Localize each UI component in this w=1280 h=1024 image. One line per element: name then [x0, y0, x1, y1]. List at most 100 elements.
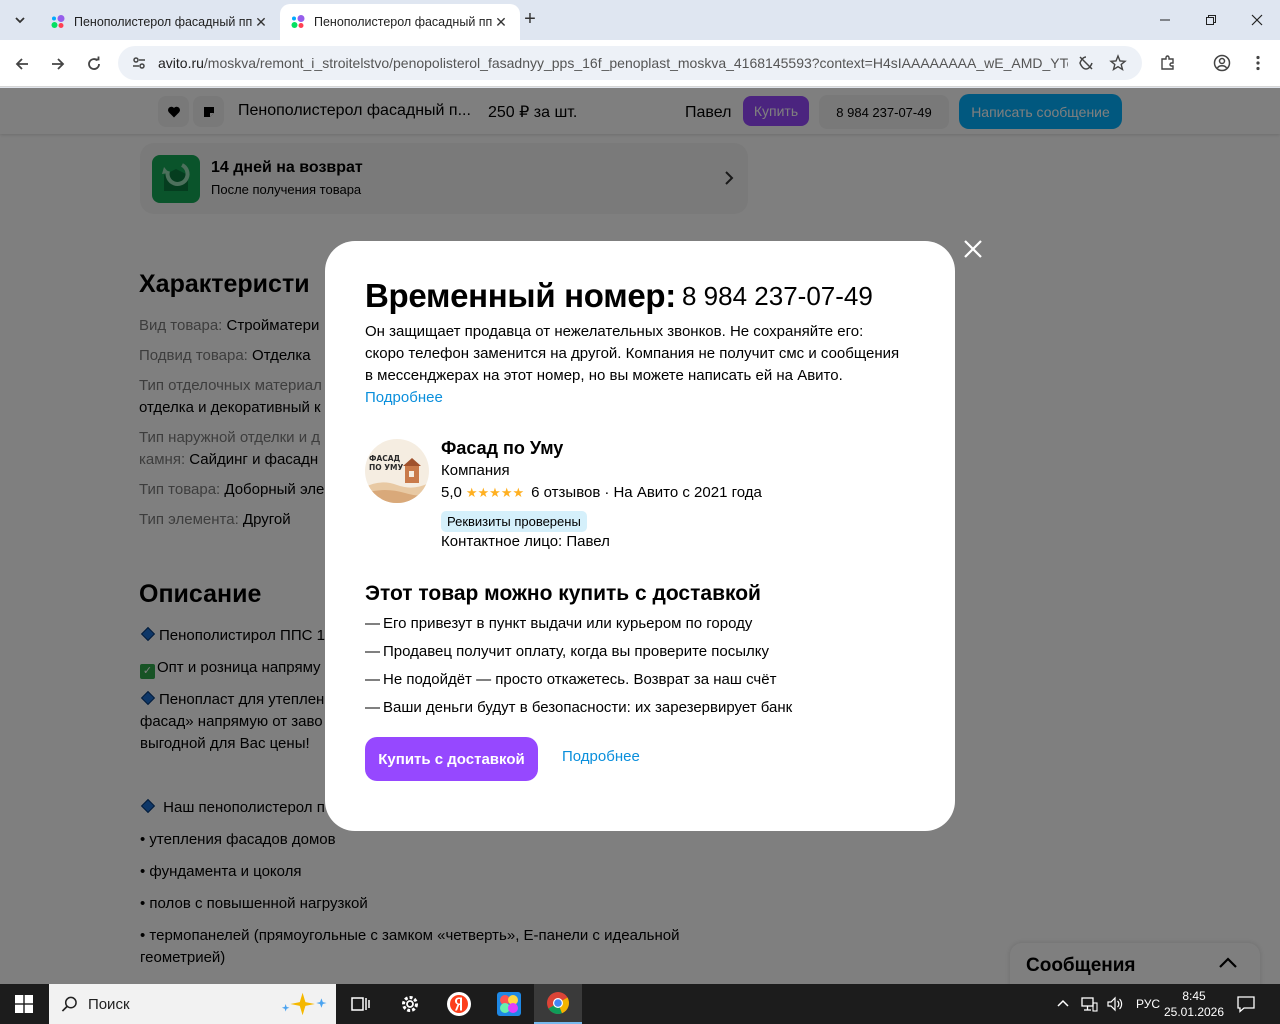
- chrome-taskbar-button[interactable]: [534, 984, 582, 1024]
- delivery-item: — Продавец получит оплату, когда вы прове…: [365, 643, 769, 660]
- extensions-button[interactable]: [1158, 53, 1178, 73]
- delivery-more-link[interactable]: Подробнее: [562, 748, 640, 765]
- temporary-phone-number[interactable]: 8 984 237-07-49: [682, 281, 873, 312]
- browser-menu-button[interactable]: [1248, 53, 1268, 73]
- avito-favicon-icon: [291, 15, 305, 28]
- delivery-item-text: Продавец получит оплату, когда вы провер…: [383, 643, 770, 660]
- windows-logo-icon: [15, 995, 33, 1013]
- bookmark-button[interactable]: [1108, 53, 1128, 73]
- dash-icon: —: [365, 615, 380, 632]
- back-button[interactable]: [8, 50, 36, 78]
- delivery-item-text: Его привезут в пункт выдачи или курьером…: [383, 615, 753, 632]
- app-grid-icon: [497, 992, 521, 1016]
- notification-icon: [1237, 996, 1255, 1013]
- reload-button[interactable]: [80, 50, 108, 78]
- start-button[interactable]: [0, 984, 48, 1024]
- tab-close-icon[interactable]: ✕: [252, 13, 270, 31]
- more-info-link[interactable]: Подробнее: [365, 389, 443, 406]
- delivery-item: — Не подойдёт — просто откажетесь. Возвра…: [365, 671, 776, 688]
- close-window-button[interactable]: [1234, 6, 1280, 34]
- chrome-icon: [547, 992, 569, 1014]
- tune-icon: [133, 57, 145, 69]
- svg-text:ПО УМУ: ПО УМУ: [369, 463, 404, 472]
- clock-date: 25.01.2026: [1163, 1005, 1225, 1019]
- buy-with-delivery-button[interactable]: Купить с доставкой: [365, 737, 538, 781]
- clock-time: 8:45: [1182, 989, 1206, 1003]
- notifications-button[interactable]: [1236, 984, 1256, 1024]
- input-language[interactable]: РУС: [1136, 997, 1160, 1011]
- tracking-protection-button[interactable]: [1076, 53, 1096, 73]
- temporary-number-modal: Временный номер: 8 984 237-07-49 Он защи…: [325, 241, 955, 831]
- chevron-up-icon[interactable]: [1056, 997, 1070, 1011]
- reload-icon: [88, 56, 100, 70]
- restore-button[interactable]: [1188, 6, 1234, 34]
- volume-icon[interactable]: [1106, 995, 1124, 1013]
- star-icon: [1109, 54, 1127, 72]
- new-tab-button[interactable]: +: [520, 9, 540, 30]
- search-icon: [61, 996, 77, 1012]
- tab-strip: Пенополистерол фасадный пп ✕ Пенополисте…: [0, 0, 1280, 40]
- eye-off-icon: [1079, 56, 1093, 70]
- modal-description: Он защищает продавца от нежелательных зв…: [365, 321, 905, 409]
- rating-stars-icon: ★★★★★: [465, 484, 525, 500]
- task-view-button[interactable]: [336, 984, 384, 1024]
- url-text: avito.ru/moskva/remont_i_stroitelstvo/pe…: [158, 55, 1068, 71]
- puzzle-icon: [1161, 55, 1174, 70]
- delivery-item: — Ваши деньги будут в безопасности: их за…: [365, 699, 792, 716]
- minimize-icon: [1160, 19, 1170, 21]
- taskbar-search[interactable]: Поиск: [49, 984, 336, 1024]
- task-view-icon: [351, 997, 370, 1011]
- verified-badge: Реквизиты проверены: [441, 511, 587, 532]
- seller-rating: 5,0 ★★★★★ 6 отзывов · На Авито с 2021 го…: [441, 484, 762, 501]
- sparkle-icon: [281, 992, 327, 1016]
- network-icon[interactable]: [1080, 995, 1098, 1013]
- restore-icon: [1206, 15, 1216, 25]
- modal-title: Временный номер:: [365, 277, 676, 314]
- modal-close-button[interactable]: [960, 236, 986, 262]
- browser-toolbar: avito.ru/moskva/remont_i_stroitelstvo/pe…: [0, 40, 1280, 87]
- seller-name[interactable]: Фасад по Уму: [441, 438, 563, 459]
- forward-button[interactable]: [44, 50, 72, 78]
- avito-favicon-icon: [51, 15, 65, 28]
- tab-title: Пенополистерол фасадный пп: [74, 15, 252, 29]
- dash-icon: —: [365, 699, 380, 716]
- arrow-right-icon: [52, 58, 65, 70]
- rating-value: 5,0: [441, 484, 462, 501]
- site-info-button[interactable]: [124, 55, 154, 71]
- close-icon: [1251, 14, 1263, 26]
- address-bar[interactable]: avito.ru/moskva/remont_i_stroitelstvo/pe…: [118, 46, 1142, 80]
- yandex-browser-button[interactable]: [435, 984, 483, 1024]
- photos-app-button[interactable]: [485, 984, 533, 1024]
- settings-app-button[interactable]: [386, 984, 434, 1024]
- dash-icon: —: [365, 671, 380, 688]
- browser-tab-1[interactable]: Пенополистерол фасадный пп ✕: [40, 4, 280, 40]
- reviews-link[interactable]: 6 отзывов: [531, 484, 600, 501]
- contact-person: Контактное лицо: Павел: [441, 533, 610, 550]
- yandex-icon: [447, 992, 471, 1016]
- arrow-left-icon: [15, 58, 28, 70]
- delivery-item-text: Не подойдёт — просто откажетесь. Возврат…: [383, 671, 777, 688]
- profile-button[interactable]: [1212, 53, 1232, 73]
- tab-search-button[interactable]: [6, 8, 34, 32]
- seller-avatar[interactable]: ФАСАД ПО УМУ: [365, 439, 429, 503]
- tab-close-icon[interactable]: ✕: [492, 13, 510, 31]
- account-icon: [1213, 54, 1231, 72]
- svg-text:ФАСАД: ФАСАД: [369, 454, 401, 463]
- chevron-down-icon: [15, 17, 25, 24]
- system-tray: РУС: [1056, 984, 1160, 1024]
- windows-taskbar: Поиск РУС 8:45 25.01.2026: [0, 984, 1280, 1024]
- delivery-item: — Его привезут в пункт выдачи или курьеро…: [365, 615, 752, 632]
- more-vertical-icon: [1256, 55, 1260, 71]
- system-clock[interactable]: 8:45 25.01.2026: [1160, 988, 1228, 1020]
- url-host: avito.ru: [158, 55, 204, 71]
- url-path: /moskva/remont_i_stroitelstvo/penopolist…: [203, 55, 1068, 71]
- minimize-button[interactable]: [1142, 6, 1188, 34]
- dash-icon: —: [365, 643, 380, 660]
- close-icon: [964, 240, 982, 258]
- tab-title: Пенополистерол фасадный пп: [314, 15, 492, 29]
- seller-since: · На Авито с 2021 года: [604, 484, 762, 501]
- browser-tab-2[interactable]: Пенополистерол фасадный пп ✕: [280, 4, 520, 40]
- delivery-item-text: Ваши деньги будут в безопасности: их зар…: [383, 699, 793, 716]
- delivery-heading: Этот товар можно купить с доставкой: [365, 582, 761, 605]
- search-label: Поиск: [87, 995, 130, 1013]
